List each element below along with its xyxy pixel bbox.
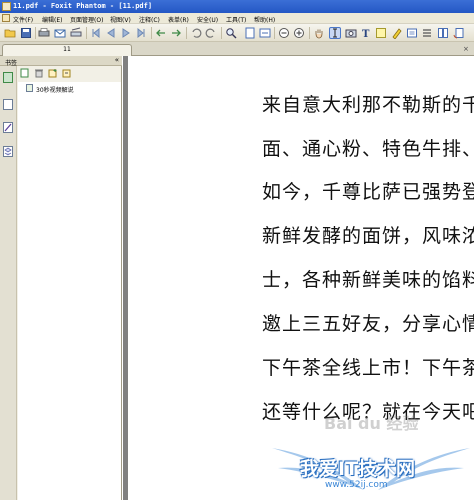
- tab-document[interactable]: 11: [2, 44, 132, 56]
- note-icon[interactable]: [375, 27, 387, 39]
- expand-bookmark-icon[interactable]: [20, 68, 30, 78]
- new-bookmark-icon[interactable]: [48, 68, 58, 78]
- text-line: 面、通心粉、特色牛排、: [262, 138, 474, 160]
- menu-page-organize[interactable]: 页面管理(O): [70, 15, 103, 24]
- save-icon[interactable]: [20, 27, 32, 39]
- navigation-pane: 书签 « 30秒视频解说: [0, 56, 122, 500]
- zoom-in-icon[interactable]: [293, 27, 305, 39]
- toolbar-separator: [151, 27, 152, 39]
- tab-label: 11: [63, 46, 71, 53]
- pdf-page[interactable]: 来自意大利那不勒斯的千 面、通心粉、特色牛排、 如今，千尊比萨已强势登 新鲜发酵…: [128, 56, 474, 500]
- zoom-out-icon[interactable]: [278, 27, 290, 39]
- print-icon[interactable]: [38, 27, 50, 39]
- bookmarks-panel-header: 书签 «: [0, 56, 122, 67]
- toolbar-separator: [221, 27, 222, 39]
- menu-security[interactable]: 安全(U): [197, 15, 218, 24]
- app-icon: [2, 2, 11, 11]
- next-page-icon[interactable]: [120, 27, 132, 39]
- redo-icon[interactable]: [205, 27, 217, 39]
- scan-icon[interactable]: [70, 27, 82, 39]
- typewriter-icon[interactable]: T: [360, 27, 372, 40]
- document-icon[interactable]: [2, 14, 10, 22]
- pages-tab-icon[interactable]: [3, 99, 13, 110]
- open-icon[interactable]: [4, 27, 16, 39]
- hand-tool-icon[interactable]: [313, 27, 325, 39]
- menu-bar: 文件(F) 编辑(E) 页面管理(O) 视图(V) 注释(C) 表单(R) 安全…: [0, 13, 474, 24]
- bookmark-page-icon: [26, 84, 33, 92]
- text-line: 下午茶全线上市！下午茶: [262, 357, 474, 379]
- undo-icon[interactable]: [190, 27, 202, 39]
- toolbar-separator: [309, 27, 310, 39]
- close-tab-icon[interactable]: ×: [463, 45, 469, 53]
- menu-help[interactable]: 帮助(H): [254, 15, 275, 24]
- window-title: 11.pdf - Foxit Phantom - [11.pdf]: [13, 2, 153, 10]
- document-tab-bar: 11 ×: [0, 42, 474, 56]
- toolbar-separator: [86, 27, 87, 39]
- document-viewport[interactable]: 来自意大利那不勒斯的千 面、通心粉、特色牛排、 如今，千尊比萨已强势登 新鲜发酵…: [123, 56, 474, 500]
- highlight-icon[interactable]: [391, 27, 403, 40]
- email-icon[interactable]: [54, 27, 66, 39]
- bookmarks-tab-icon[interactable]: [3, 72, 13, 83]
- fit-width-icon[interactable]: [259, 27, 271, 39]
- text-line: 士，各种新鲜美味的馅料: [262, 269, 474, 291]
- link-icon[interactable]: [406, 27, 418, 39]
- menu-edit[interactable]: 编辑(E): [42, 15, 62, 24]
- navigation-rail: [0, 66, 17, 500]
- layers-tab-icon[interactable]: [3, 146, 13, 157]
- prev-page-icon[interactable]: [105, 27, 117, 39]
- rotate-icon[interactable]: [453, 27, 465, 39]
- go-forward-icon[interactable]: [170, 27, 182, 39]
- text-line: 来自意大利那不勒斯的千: [262, 94, 474, 116]
- fit-page-icon[interactable]: [244, 27, 256, 39]
- menu-tools[interactable]: 工具(T): [226, 15, 246, 24]
- first-page-icon[interactable]: [90, 27, 102, 39]
- menu-form[interactable]: 表单(R): [168, 15, 189, 24]
- select-text-icon[interactable]: [329, 27, 341, 39]
- text-line: 邀上三五好友，分享心情: [262, 313, 474, 335]
- bookmark-properties-icon[interactable]: [62, 68, 72, 78]
- list-view-icon[interactable]: [421, 27, 433, 39]
- zoom-tool-icon[interactable]: [225, 27, 237, 39]
- last-page-icon[interactable]: [135, 27, 147, 39]
- bookmark-label: 30秒视频解说: [36, 87, 74, 94]
- site-watermark-title: 我爱IT技术网: [300, 458, 416, 480]
- svg-text:T: T: [362, 29, 370, 39]
- comments-tab-icon[interactable]: [3, 122, 13, 133]
- snapshot-icon[interactable]: [345, 27, 357, 39]
- menu-view[interactable]: 视图(V): [110, 15, 131, 24]
- text-line: 新鲜发酵的面饼，风味浓: [262, 225, 474, 247]
- delete-bookmark-icon[interactable]: [34, 68, 44, 78]
- toolbar-separator: [35, 27, 36, 39]
- go-back-icon[interactable]: [155, 27, 167, 39]
- main-toolbar: T: [0, 24, 474, 42]
- toolbar-separator: [274, 27, 275, 39]
- toolbar-separator: [186, 27, 187, 39]
- site-watermark-url: www.52ij.com: [325, 480, 388, 490]
- menu-comment[interactable]: 注释(C): [139, 15, 160, 24]
- text-line: 如今，千尊比萨已强势登: [262, 181, 474, 203]
- page-layout-icon[interactable]: [437, 27, 449, 39]
- bookmark-list: 30秒视频解说: [18, 82, 121, 500]
- title-bar: 11.pdf - Foxit Phantom - [11.pdf]: [0, 0, 474, 13]
- menu-file[interactable]: 文件(F): [13, 15, 33, 24]
- collapse-pane-icon[interactable]: «: [115, 56, 119, 64]
